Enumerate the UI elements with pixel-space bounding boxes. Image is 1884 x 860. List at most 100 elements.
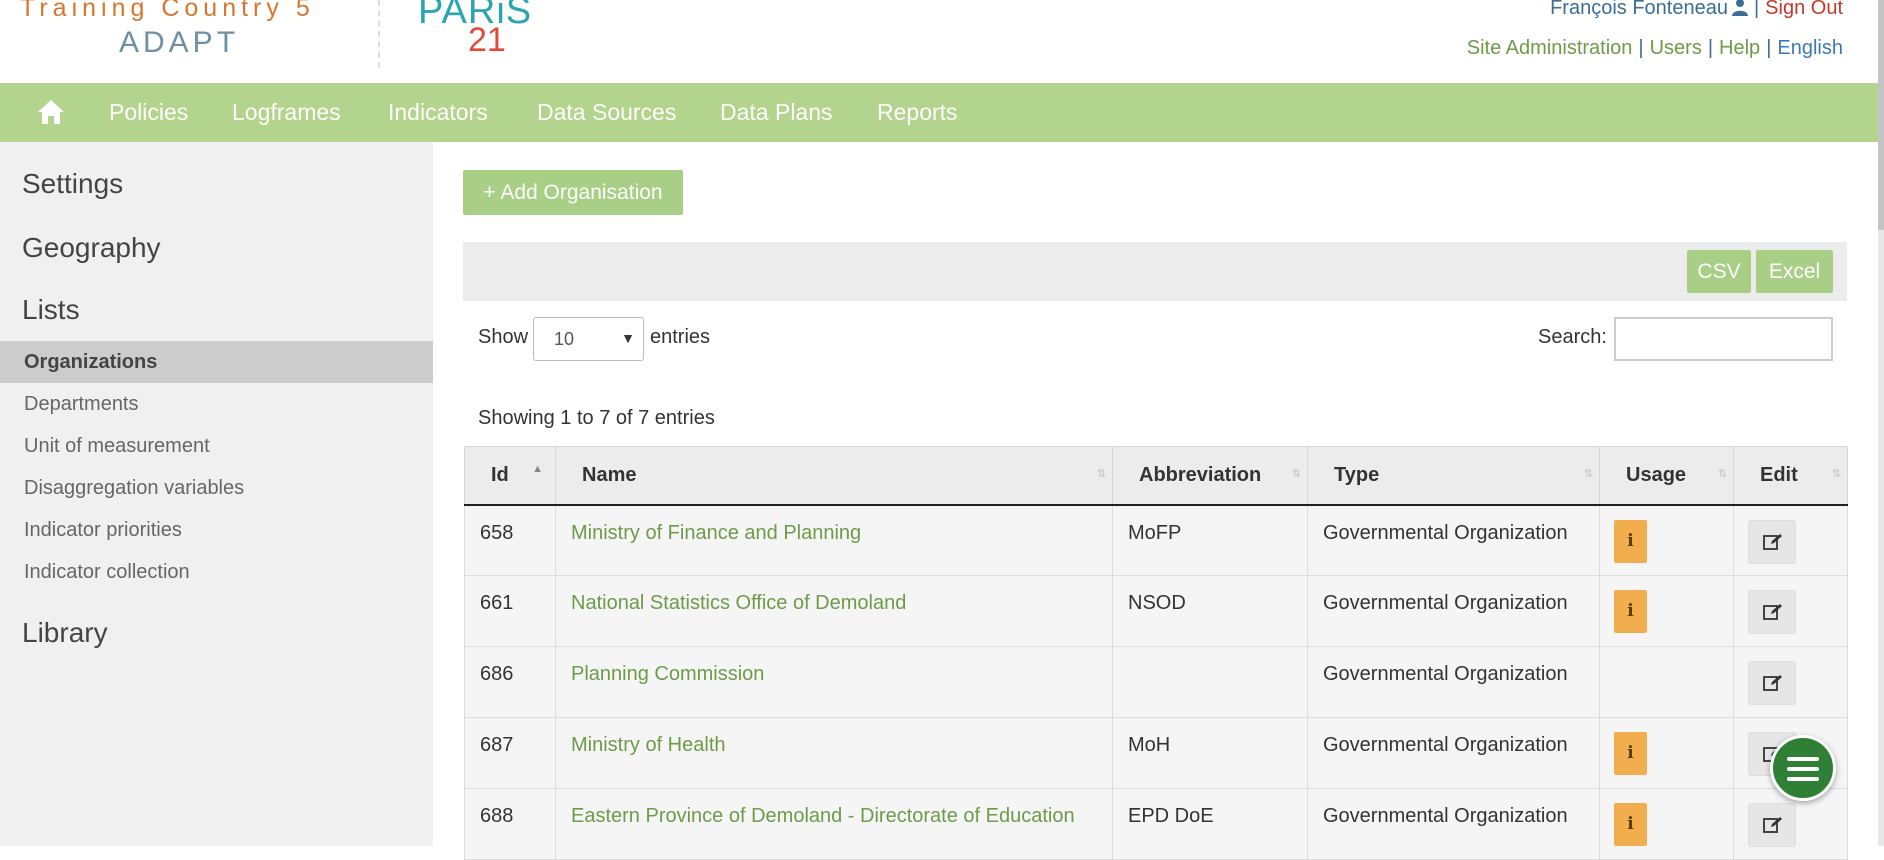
sidebar-item-departments[interactable]: Departments (0, 383, 433, 425)
menu-icon (1787, 757, 1819, 761)
organization-name-link[interactable]: Eastern Province of Demoland - Directora… (555, 788, 1113, 860)
info-icon[interactable]: i (1614, 732, 1647, 775)
cell-usage (1599, 646, 1734, 718)
show-label: Show (478, 326, 529, 348)
sort-icon: ⇅ (1717, 468, 1727, 480)
cell-abbreviation: MoFP (1112, 504, 1308, 576)
search-label: Search: (1538, 326, 1607, 348)
sidebar-section-library[interactable]: Library (22, 617, 108, 649)
column-header-edit[interactable]: Edit ⇅ (1733, 446, 1848, 506)
edit-icon (1763, 604, 1782, 620)
cell-usage: i (1599, 575, 1734, 647)
cell-edit (1733, 575, 1848, 647)
organization-name-link[interactable]: Planning Commission (555, 646, 1113, 718)
organizations-table: Id ▲ Name ⇅ Abbreviation ⇅ Type ⇅ Usage ⇅ Edi… (464, 446, 1848, 860)
help-link[interactable]: Help (1719, 37, 1760, 59)
cell-abbreviation: NSOD (1112, 575, 1308, 647)
cell-abbreviation (1112, 646, 1308, 718)
sidebar-item-unit-of-measurement[interactable]: Unit of measurement (0, 425, 433, 467)
entries-label: entries (650, 326, 711, 348)
export-toolbar: CSV Excel (463, 242, 1847, 301)
menu-fab-button[interactable] (1770, 735, 1836, 801)
organization-name-link[interactable]: Ministry of Health (555, 717, 1113, 789)
nav-reports[interactable]: Reports (877, 99, 958, 126)
column-header-usage[interactable]: Usage ⇅ (1599, 446, 1734, 506)
table-row: 688 Eastern Province of Demoland - Direct… (464, 788, 1848, 860)
column-header-abbreviation[interactable]: Abbreviation ⇅ (1112, 446, 1308, 506)
edit-icon (1763, 675, 1782, 691)
column-header-id[interactable]: Id ▲ (464, 446, 556, 506)
edit-icon (1763, 817, 1782, 833)
user-name-link[interactable]: François Fonteneau (1550, 0, 1728, 19)
cell-id: 686 (464, 646, 556, 718)
sidebar-item-disaggregation-variables[interactable]: Disaggregation variables (0, 467, 433, 509)
cell-type: Governmental Organization (1307, 717, 1600, 789)
organization-name-link[interactable]: Ministry of Finance and Planning (555, 504, 1113, 576)
user-icon (1731, 0, 1748, 16)
csv-export-button[interactable]: CSV (1687, 250, 1751, 293)
cell-id: 658 (464, 504, 556, 576)
edit-button[interactable] (1748, 519, 1796, 564)
column-header-type[interactable]: Type ⇅ (1307, 446, 1600, 506)
app-name[interactable]: ADAPT (119, 26, 239, 60)
sidebar: Settings Geography Lists Organizations D… (0, 142, 433, 846)
sidebar-section-geography[interactable]: Geography (22, 232, 161, 264)
nav-data-sources[interactable]: Data Sources (537, 99, 676, 126)
paris21-logo[interactable]: PARiS 21 (418, 0, 531, 70)
table-row: 661 National Statistics Office of Demolan… (464, 575, 1848, 647)
cell-id: 688 (464, 788, 556, 860)
excel-export-button[interactable]: Excel (1756, 250, 1833, 293)
table-row: 658 Ministry of Finance and Planning MoFP G… (464, 504, 1848, 576)
cell-id: 687 (464, 717, 556, 789)
info-icon[interactable]: i (1614, 803, 1647, 846)
cell-usage: i (1599, 788, 1734, 860)
sort-asc-icon: ▲ (532, 463, 543, 475)
sort-icon: ⇅ (1291, 468, 1301, 480)
edit-icon (1763, 533, 1782, 550)
edit-button[interactable] (1748, 590, 1796, 634)
sidebar-item-organizations[interactable]: Organizations (0, 341, 433, 383)
page-size-value: 10 (554, 329, 575, 349)
info-icon[interactable]: i (1614, 590, 1647, 633)
sort-icon: ⇅ (1096, 468, 1106, 480)
sidebar-section-settings[interactable]: Settings (22, 168, 123, 200)
user-bar: François Fonteneau | Sign Out (1550, 0, 1843, 20)
language-link[interactable]: English (1777, 37, 1843, 59)
cell-usage: i (1599, 717, 1734, 789)
add-organisation-button[interactable]: + Add Organisation (463, 170, 683, 215)
admin-links: Site Administration | Users | Help | English (1466, 37, 1843, 59)
sidebar-item-indicator-collection[interactable]: Indicator collection (0, 551, 433, 593)
users-link[interactable]: Users (1650, 37, 1702, 59)
table-header-row: Id ▲ Name ⇅ Abbreviation ⇅ Type ⇅ Usage ⇅ Edi… (464, 446, 1848, 506)
home-icon[interactable] (36, 98, 66, 126)
sort-icon: ⇅ (1831, 468, 1841, 480)
nav-logframes[interactable]: Logframes (232, 99, 341, 126)
main-nav: Policies Logframes Indicators Data Sourc… (0, 83, 1878, 142)
organization-name-link[interactable]: National Statistics Office of Demoland (555, 575, 1113, 647)
cell-edit (1733, 788, 1848, 860)
edit-button[interactable] (1748, 803, 1796, 847)
sidebar-item-indicator-priorities[interactable]: Indicator priorities (0, 509, 433, 551)
column-header-name[interactable]: Name ⇅ (555, 446, 1113, 506)
search-input[interactable] (1614, 317, 1833, 361)
site-administration-link[interactable]: Site Administration (1467, 37, 1633, 59)
site-title[interactable]: Training Country 5 (20, 0, 315, 23)
page-size-select[interactable]: 10 ▼ (533, 317, 644, 361)
info-icon[interactable]: i (1614, 519, 1647, 563)
sign-out-link[interactable]: Sign Out (1765, 0, 1843, 19)
nav-policies[interactable]: Policies (109, 99, 188, 126)
header: Training Country 5 ADAPT PARiS 21 Franço… (0, 0, 1884, 83)
edit-button[interactable] (1748, 661, 1796, 705)
cell-type: Governmental Organization (1307, 504, 1600, 576)
sidebar-section-lists[interactable]: Lists (22, 294, 80, 326)
cell-edit (1733, 646, 1848, 718)
sort-icon: ⇅ (1583, 468, 1593, 480)
cell-usage: i (1599, 504, 1734, 576)
cell-abbreviation: EPD DoE (1112, 788, 1308, 860)
nav-indicators[interactable]: Indicators (388, 99, 488, 126)
cell-type: Governmental Organization (1307, 788, 1600, 860)
table-row: 686 Planning Commission Governmental Organ… (464, 646, 1848, 718)
nav-data-plans[interactable]: Data Plans (720, 99, 833, 126)
cell-type: Governmental Organization (1307, 646, 1600, 718)
scrollbar-thumb[interactable] (1878, 0, 1884, 230)
